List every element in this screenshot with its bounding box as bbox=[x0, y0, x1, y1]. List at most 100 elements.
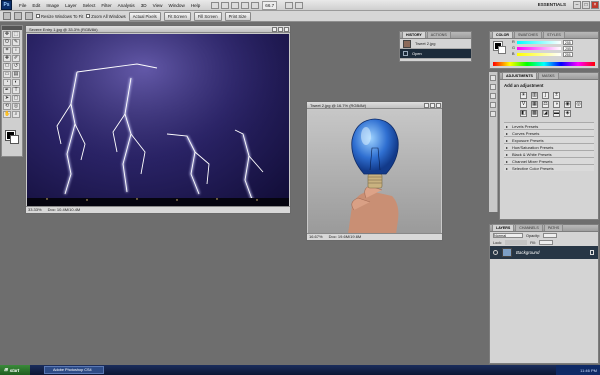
blue-slider[interactable] bbox=[516, 52, 561, 56]
workspace-switcher[interactable]: ESSENTIALS bbox=[538, 2, 566, 7]
zoom-in-icon[interactable] bbox=[14, 12, 22, 20]
document-window-storm[interactable]: Severe Entry 1.jpg @ 33.3% (RGB/8#) 33.3… bbox=[25, 25, 291, 214]
doc-close-icon[interactable] bbox=[284, 27, 289, 32]
pen-tool-icon[interactable]: ✒ bbox=[3, 87, 11, 94]
preset-levels[interactable]: Levels Presets bbox=[504, 122, 594, 130]
rotate-view-icon[interactable] bbox=[251, 1, 260, 9]
brushes-icon[interactable] bbox=[490, 102, 496, 108]
close-button[interactable]: × bbox=[591, 1, 599, 9]
shape-tool-icon[interactable]: ▢ bbox=[12, 95, 20, 102]
zoom-tool-preset-icon[interactable] bbox=[3, 12, 11, 20]
zoom-tool-icon[interactable] bbox=[241, 1, 250, 9]
preset-hue-saturation[interactable]: Hue/Saturation Presets bbox=[504, 143, 594, 151]
healing-brush-icon[interactable]: ✚ bbox=[3, 55, 11, 62]
clock[interactable]: 11:46 PM bbox=[580, 368, 597, 373]
document-title-bulb[interactable]: Tweet 2.jpg @ 16.7% (RGB/8#) bbox=[307, 102, 442, 109]
tab-history[interactable]: HISTORY bbox=[402, 31, 426, 38]
tab-channels[interactable]: CHANNELS bbox=[515, 224, 543, 231]
tab-paths[interactable]: PATHS bbox=[543, 224, 564, 231]
document-window-bulb[interactable]: Tweet 2.jpg @ 16.7% (RGB/8#) 16.67% Doc:… bbox=[306, 101, 443, 241]
layer-background[interactable]: Background bbox=[490, 246, 598, 259]
vibrance-icon[interactable]: V bbox=[520, 101, 527, 108]
path-select-icon[interactable]: ➤ bbox=[3, 95, 11, 102]
maximize-button[interactable]: □ bbox=[582, 1, 590, 9]
preset-black-white[interactable]: Black & White Presets bbox=[504, 150, 594, 158]
doc-close-icon[interactable] bbox=[436, 103, 441, 108]
preset-curves[interactable]: Curves Presets bbox=[504, 129, 594, 137]
history-snapshot[interactable]: Tweet 2.jpg bbox=[400, 39, 471, 49]
3d-orbit-icon[interactable]: ◎ bbox=[12, 103, 20, 110]
menu-3d[interactable]: 3D bbox=[138, 0, 150, 11]
menu-select[interactable]: Select bbox=[80, 0, 99, 11]
brush-tool-icon[interactable]: ✐ bbox=[12, 55, 20, 62]
hand-tool-icon-box[interactable]: ✋ bbox=[3, 111, 11, 118]
fill-input[interactable] bbox=[538, 240, 553, 245]
resize-windows-checkbox[interactable]: Resize Windows To Fit bbox=[36, 14, 83, 19]
quick-select-tool-icon[interactable]: ✎ bbox=[12, 39, 20, 46]
navigator-icon[interactable] bbox=[490, 75, 496, 81]
lock-icons[interactable] bbox=[505, 240, 528, 245]
menu-view[interactable]: View bbox=[150, 0, 166, 11]
bulb-canvas-image[interactable] bbox=[308, 110, 441, 234]
color-balance-icon[interactable]: ⚖ bbox=[542, 101, 549, 108]
history-brush-icon[interactable]: ↺ bbox=[12, 63, 20, 70]
type-tool-icon[interactable]: T bbox=[12, 87, 20, 94]
storm-canvas-image[interactable] bbox=[27, 34, 289, 206]
document-zoom-bulb[interactable]: 16.67% bbox=[309, 234, 323, 240]
info-icon[interactable] bbox=[490, 84, 496, 90]
document-zoom-storm[interactable]: 33.33% bbox=[28, 207, 42, 213]
gradient-map-icon[interactable]: ▬ bbox=[553, 110, 560, 117]
fit-screen-button[interactable]: Fit Screen bbox=[163, 11, 191, 21]
levels-icon[interactable]: ▥ bbox=[531, 92, 538, 99]
tab-color[interactable]: COLOR bbox=[492, 31, 513, 38]
exposure-icon[interactable]: ± bbox=[553, 92, 560, 99]
hand-tool-icon[interactable] bbox=[231, 1, 240, 9]
histogram-icon[interactable] bbox=[490, 93, 496, 99]
brightness-contrast-icon[interactable]: ☀ bbox=[520, 92, 527, 99]
preset-selective-color[interactable]: Selective Color Presets bbox=[504, 164, 594, 172]
mini-bridge-icon[interactable] bbox=[221, 1, 230, 9]
screen-mode-icon[interactable] bbox=[295, 1, 304, 9]
tab-styles[interactable]: STYLES bbox=[542, 31, 565, 38]
doc-minimize-icon[interactable] bbox=[272, 27, 277, 32]
minimize-button[interactable]: – bbox=[573, 1, 581, 9]
background-color-swatch[interactable] bbox=[10, 135, 19, 144]
document-info-storm[interactable]: Doc: 10.4M/10.4M bbox=[48, 207, 81, 213]
blend-mode-select[interactable]: Normal bbox=[493, 233, 523, 238]
invert-icon[interactable]: ◧ bbox=[520, 110, 527, 117]
zoom-level-select[interactable]: 66.7 bbox=[262, 0, 278, 10]
menu-help[interactable]: Help bbox=[188, 0, 203, 11]
preset-exposure[interactable]: Exposure Presets bbox=[504, 136, 594, 144]
opacity-input[interactable] bbox=[542, 233, 557, 238]
zoom-out-icon[interactable] bbox=[25, 12, 33, 20]
layer-name[interactable]: Background bbox=[516, 250, 539, 255]
start-button[interactable]: ⊞ start bbox=[0, 365, 30, 375]
green-slider[interactable] bbox=[516, 46, 561, 50]
red-slider[interactable] bbox=[516, 40, 561, 44]
menu-file[interactable]: File bbox=[16, 0, 29, 11]
tab-masks[interactable]: MASKS bbox=[537, 72, 559, 79]
clone-stamp-icon[interactable]: ⎔ bbox=[3, 63, 11, 70]
zoom-tool-icon-box[interactable]: ⌕ bbox=[12, 111, 20, 118]
menu-filter[interactable]: Filter bbox=[98, 0, 114, 11]
fill-screen-button[interactable]: Fill Screen bbox=[193, 11, 222, 21]
color-spectrum-bar[interactable] bbox=[493, 62, 595, 66]
tab-adjustments[interactable]: ADJUSTMENTS bbox=[502, 72, 537, 79]
menu-layer[interactable]: Layer bbox=[62, 0, 80, 11]
curves-icon[interactable]: ∫ bbox=[542, 92, 549, 99]
red-value-input[interactable]: 255 bbox=[562, 39, 573, 45]
menu-analysis[interactable]: Analysis bbox=[115, 0, 138, 11]
zoom-all-windows-checkbox[interactable]: Zoom All Windows bbox=[86, 14, 126, 19]
document-title-storm[interactable]: Severe Entry 1.jpg @ 33.3% (RGB/8#) bbox=[26, 26, 290, 33]
photo-filter-icon[interactable]: ◉ bbox=[564, 101, 571, 108]
gradient-tool-icon[interactable]: ▤ bbox=[12, 71, 20, 78]
menu-image[interactable]: Image bbox=[43, 0, 62, 11]
doc-maximize-icon[interactable] bbox=[430, 103, 435, 108]
lasso-tool-icon[interactable]: ʘ bbox=[3, 39, 11, 46]
eyedropper-tool-icon[interactable]: ⅰ bbox=[12, 47, 20, 54]
marquee-tool-icon[interactable]: ⬚ bbox=[12, 31, 20, 38]
dodge-tool-icon[interactable]: ◐ bbox=[12, 79, 20, 86]
document-info-bulb[interactable]: Doc: 19.6M/19.6M bbox=[329, 234, 362, 240]
threshold-icon[interactable]: ◪ bbox=[542, 110, 549, 117]
eraser-tool-icon[interactable]: ▭ bbox=[3, 71, 11, 78]
